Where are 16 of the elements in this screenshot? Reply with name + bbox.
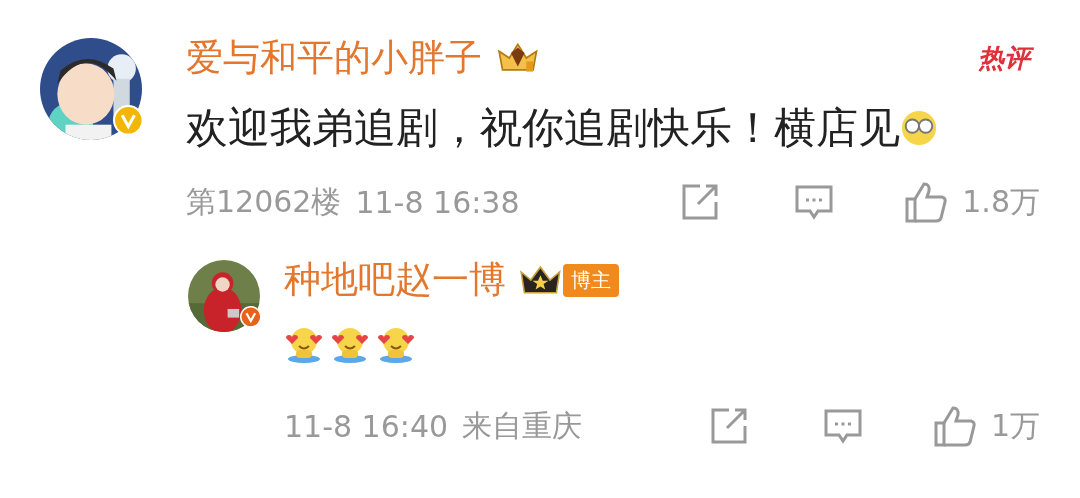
glasses-face-emoji-icon [900,109,938,147]
author-name[interactable]: 爱与和平的小胖子 [186,33,482,83]
blogger-tag: 博主 [562,263,619,297]
crown-icon [518,264,563,296]
floor-number: 第12062楼 [186,182,342,221]
comment-time: 11-8 16:38 [355,184,520,220]
like-button[interactable]: 1万 [932,405,1040,447]
share-button[interactable] [680,182,721,222]
comment-text: 欢迎我弟追剧，祝你追剧快乐！横店见 [186,102,900,154]
thumbs-up-icon [932,405,977,447]
like-button[interactable]: 1.8万 [904,181,1040,223]
share-icon [680,182,721,222]
author-name[interactable]: 种地吧赵一博 [284,255,506,305]
comment-time: 11-8 16:40 [284,408,449,444]
thumbs-up-icon [904,181,949,223]
comment-location: 来自重庆 [462,406,583,445]
